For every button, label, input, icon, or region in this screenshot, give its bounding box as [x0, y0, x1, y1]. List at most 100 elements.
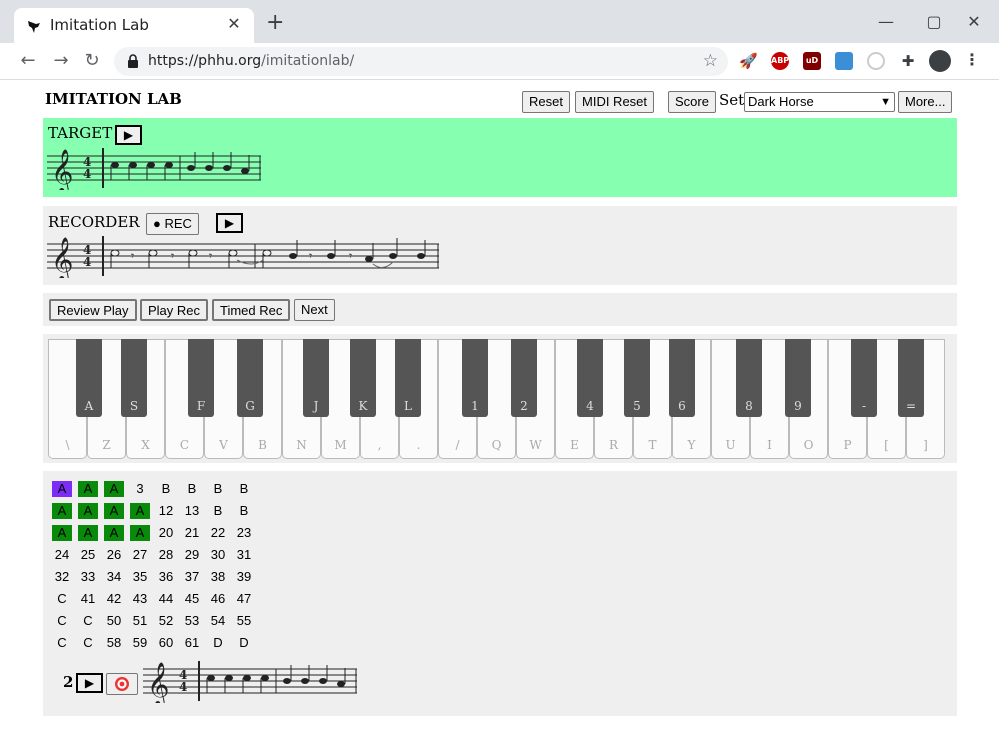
- grid-cell[interactable]: A: [78, 481, 98, 497]
- black-key[interactable]: J: [303, 339, 329, 417]
- grid-cell[interactable]: 27: [130, 547, 150, 563]
- grid-cell[interactable]: D: [208, 635, 228, 651]
- grid-cell[interactable]: 24: [52, 547, 72, 563]
- grid-cell[interactable]: A: [130, 525, 150, 541]
- grid-cell[interactable]: A: [130, 503, 150, 519]
- grid-cell[interactable]: A: [52, 503, 72, 519]
- grid-cell[interactable]: 35: [130, 569, 150, 585]
- black-key[interactable]: 6: [669, 339, 695, 417]
- grid-cell[interactable]: 37: [182, 569, 202, 585]
- grid-cell[interactable]: 31: [234, 547, 254, 563]
- recorder-play-button[interactable]: ▶: [216, 213, 243, 233]
- grid-cell[interactable]: A: [104, 481, 124, 497]
- grid-cell[interactable]: 50: [104, 613, 124, 629]
- browser-tab[interactable]: Imitation Lab ✕: [14, 8, 254, 43]
- black-key[interactable]: 1: [462, 339, 488, 417]
- black-key[interactable]: 5: [624, 339, 650, 417]
- record-button[interactable]: ● REC: [146, 213, 199, 235]
- grid-cell[interactable]: 3: [130, 481, 150, 497]
- grid-cell[interactable]: 46: [208, 591, 228, 607]
- adblock-plus-icon[interactable]: ABP: [771, 52, 789, 70]
- grid-cell[interactable]: 28: [156, 547, 176, 563]
- target-play-button[interactable]: ▶: [115, 125, 142, 145]
- grid-cell[interactable]: 21: [182, 525, 202, 541]
- grid-cell[interactable]: 13: [182, 503, 202, 519]
- bookmark-star-icon[interactable]: ☆: [703, 51, 718, 71]
- minimize-icon[interactable]: —: [876, 12, 896, 31]
- black-key[interactable]: 4: [577, 339, 603, 417]
- grid-cell[interactable]: 20: [156, 525, 176, 541]
- grid-cell[interactable]: 55: [234, 613, 254, 629]
- ublock-icon[interactable]: uD: [803, 52, 821, 70]
- black-key[interactable]: 8: [736, 339, 762, 417]
- grid-cell[interactable]: 32: [52, 569, 72, 585]
- black-key[interactable]: G: [237, 339, 263, 417]
- black-key[interactable]: S: [121, 339, 147, 417]
- black-key[interactable]: L: [395, 339, 421, 417]
- exercise-play-button[interactable]: ▶: [76, 673, 103, 693]
- maximize-icon[interactable]: ▢: [924, 12, 944, 31]
- grid-cell[interactable]: 44: [156, 591, 176, 607]
- grid-cell[interactable]: 38: [208, 569, 228, 585]
- black-key[interactable]: 2: [511, 339, 537, 417]
- rocket-icon[interactable]: 🚀: [739, 52, 758, 70]
- grid-cell[interactable]: 47: [234, 591, 254, 607]
- grid-cell[interactable]: 58: [104, 635, 124, 651]
- grid-cell[interactable]: B: [208, 481, 228, 497]
- grid-cell[interactable]: 53: [182, 613, 202, 629]
- grid-cell[interactable]: A: [104, 503, 124, 519]
- grid-cell[interactable]: 36: [156, 569, 176, 585]
- grid-cell[interactable]: 33: [78, 569, 98, 585]
- grid-cell[interactable]: C: [52, 613, 72, 629]
- close-tab-icon[interactable]: ✕: [224, 14, 244, 33]
- black-key[interactable]: K: [350, 339, 376, 417]
- more-button[interactable]: More...: [898, 91, 953, 113]
- timed-rec-button[interactable]: Timed Rec: [212, 299, 291, 321]
- close-window-icon[interactable]: ✕: [964, 12, 984, 31]
- grid-cell[interactable]: 29: [182, 547, 202, 563]
- set-select[interactable]: Dark Horse ▼: [744, 92, 895, 112]
- exercise-target-button[interactable]: [106, 673, 138, 695]
- new-tab-icon[interactable]: +: [266, 12, 284, 34]
- midi-reset-button[interactable]: MIDI Reset: [575, 91, 655, 113]
- grid-cell[interactable]: A: [78, 503, 98, 519]
- grid-cell[interactable]: 54: [208, 613, 228, 629]
- grid-cell[interactable]: 12: [156, 503, 176, 519]
- grid-cell[interactable]: D: [234, 635, 254, 651]
- grid-cell[interactable]: 52: [156, 613, 176, 629]
- black-key[interactable]: F: [188, 339, 214, 417]
- grid-cell[interactable]: 22: [208, 525, 228, 541]
- grid-cell[interactable]: 51: [130, 613, 150, 629]
- grid-cell[interactable]: A: [52, 481, 72, 497]
- back-icon[interactable]: ←: [17, 51, 39, 73]
- grid-cell[interactable]: B: [156, 481, 176, 497]
- reset-button[interactable]: Reset: [522, 91, 570, 113]
- grid-cell[interactable]: 26: [104, 547, 124, 563]
- kebab-menu-icon[interactable]: ⋮: [963, 52, 981, 70]
- grid-cell[interactable]: 39: [234, 569, 254, 585]
- grid-cell[interactable]: B: [234, 503, 254, 519]
- grid-cell[interactable]: 45: [182, 591, 202, 607]
- grid-cell[interactable]: 25: [78, 547, 98, 563]
- grid-cell[interactable]: 30: [208, 547, 228, 563]
- image-extension-icon[interactable]: [835, 52, 853, 70]
- grid-cell[interactable]: 43: [130, 591, 150, 607]
- reload-icon[interactable]: ↻: [81, 51, 103, 73]
- black-key[interactable]: A: [76, 339, 102, 417]
- grid-cell[interactable]: 23: [234, 525, 254, 541]
- grid-cell[interactable]: A: [52, 525, 72, 541]
- grid-cell[interactable]: 59: [130, 635, 150, 651]
- grid-cell[interactable]: C: [78, 635, 98, 651]
- grid-cell[interactable]: C: [52, 591, 72, 607]
- grid-cell[interactable]: 42: [104, 591, 124, 607]
- grid-cell[interactable]: A: [78, 525, 98, 541]
- review-play-button[interactable]: Review Play: [49, 299, 137, 321]
- grid-cell[interactable]: 61: [182, 635, 202, 651]
- play-rec-button[interactable]: Play Rec: [140, 299, 209, 321]
- grid-cell[interactable]: A: [104, 525, 124, 541]
- grid-cell[interactable]: B: [208, 503, 228, 519]
- score-button[interactable]: Score: [668, 91, 716, 113]
- grid-cell[interactable]: C: [78, 613, 98, 629]
- grid-cell[interactable]: B: [234, 481, 254, 497]
- grid-cell[interactable]: C: [52, 635, 72, 651]
